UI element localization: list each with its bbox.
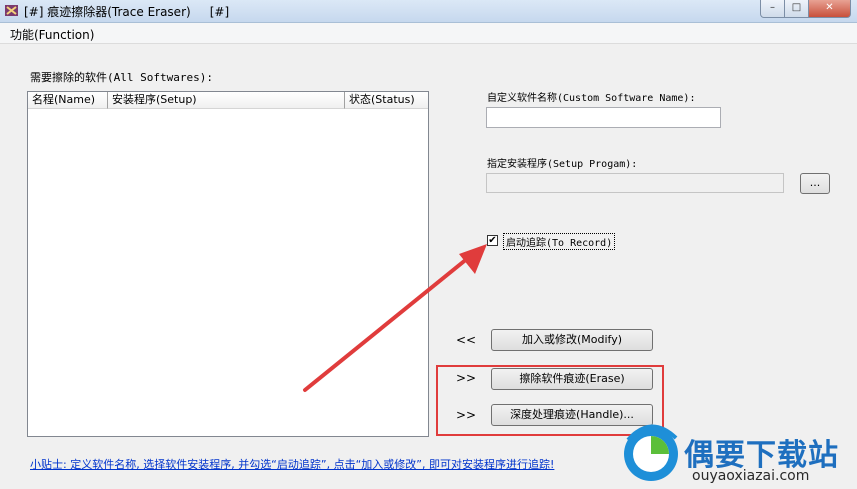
title-bar: [#] 痕迹擦除器(Trace Eraser) [#] – □ ✕ xyxy=(0,0,857,23)
app-icon xyxy=(5,5,18,16)
custom-name-label: 自定义软件名称(Custom Software Name): xyxy=(487,93,696,104)
watermark-icon xyxy=(624,424,678,481)
modify-arrow: << xyxy=(456,333,477,347)
record-checkbox-label[interactable]: 启动追踪(To Record) xyxy=(503,233,616,250)
watermark-url: ouyaoxiazai.com xyxy=(692,468,810,484)
browse-button[interactable]: ... xyxy=(800,173,830,194)
column-header-name[interactable]: 名程(Name) xyxy=(28,92,108,109)
tip-link[interactable]: 小贴士: 定义软件名称, 选择软件安装程序, 并勾选“启动追踪”, 点击“加入或… xyxy=(30,456,554,472)
erase-button[interactable]: 擦除软件痕迹(Erase) xyxy=(491,368,653,390)
column-header-status[interactable]: 状态(Status) xyxy=(345,92,428,109)
modify-button[interactable]: 加入或修改(Modify) xyxy=(491,329,653,351)
menu-bar: 功能(Function) xyxy=(0,23,857,44)
menu-function[interactable]: 功能(Function) xyxy=(10,26,94,43)
setup-program-input[interactable] xyxy=(486,173,784,193)
handle-arrow: >> xyxy=(456,408,477,422)
window-title: [#] 痕迹擦除器(Trace Eraser) [#] xyxy=(24,5,230,19)
setup-program-label: 指定安装程序(Setup Progam): xyxy=(487,159,638,170)
erase-arrow: >> xyxy=(456,371,477,385)
software-list-label: 需要擦除的软件(All Softwares): xyxy=(30,71,213,84)
maximize-button[interactable]: □ xyxy=(784,0,809,18)
custom-name-input[interactable] xyxy=(486,107,721,128)
watermark-logo: 偶要下载站 ouyaoxiazai.com xyxy=(620,418,857,489)
close-button[interactable]: ✕ xyxy=(808,0,851,18)
column-header-setup[interactable]: 安装程序(Setup) xyxy=(108,92,345,109)
minimize-button[interactable]: – xyxy=(760,0,785,18)
